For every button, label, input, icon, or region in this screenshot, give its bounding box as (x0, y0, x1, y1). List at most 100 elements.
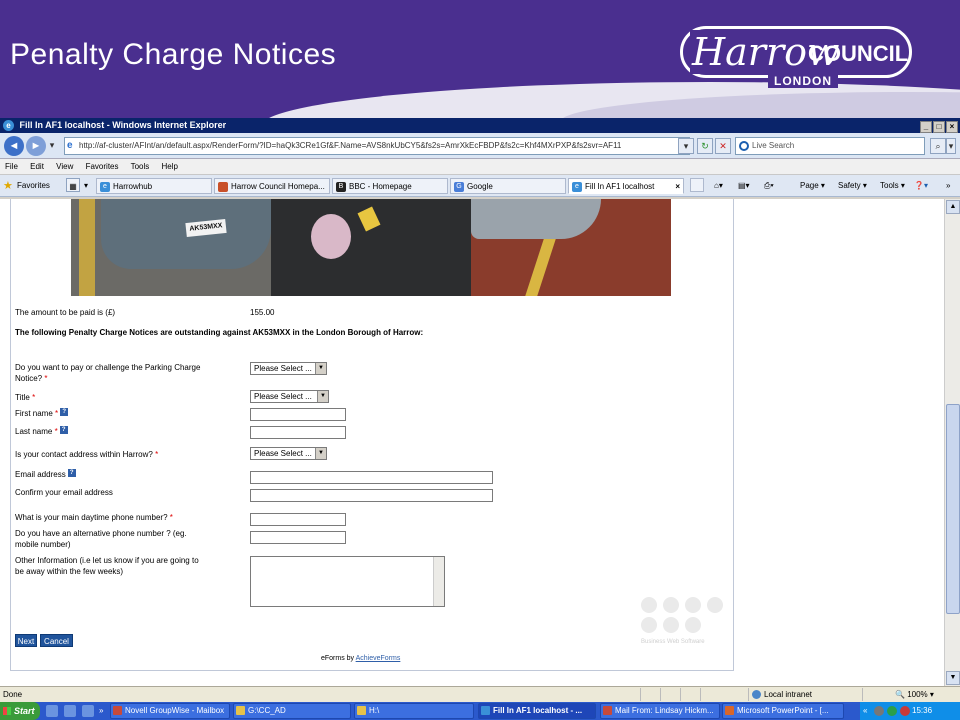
quick-tabs-icon[interactable]: ▦ (66, 178, 80, 192)
search-options-dropdown[interactable]: ▾ (946, 138, 956, 154)
help-icon[interactable]: ❓▾ (914, 178, 928, 194)
search-input[interactable]: Live Search (735, 137, 925, 155)
textarea-scrollbar[interactable] (433, 557, 444, 606)
cancel-button[interactable]: Cancel (40, 634, 73, 647)
status-text: Done (3, 690, 23, 699)
chevron-down-icon: ▼ (315, 448, 326, 459)
new-tab-button[interactable] (690, 178, 704, 192)
folder-icon (236, 706, 245, 715)
toolbar-overflow-icon[interactable]: » (946, 178, 950, 194)
address-input[interactable]: e http://af-cluster/AFInt/an/default.asp… (64, 137, 690, 155)
tab-google[interactable]: G Google (450, 178, 566, 194)
safety-menu[interactable]: Safety ▾ (838, 178, 867, 194)
feeds-icon[interactable]: ▤▾ (738, 178, 750, 194)
tray-icon[interactable] (874, 706, 884, 716)
favorites-button[interactable]: ★ Favorites (3, 178, 50, 194)
menu-tools[interactable]: Tools (131, 162, 150, 171)
address-dropdown[interactable]: ▾ (678, 138, 694, 154)
menu-file[interactable]: File (5, 162, 18, 171)
scroll-down-icon[interactable]: ▼ (946, 671, 960, 685)
contact-address-select[interactable]: Please Select ... ▼ (250, 447, 327, 460)
tab-fill-in-af1[interactable]: e Fill In AF1 localhost × (568, 178, 684, 194)
slide-title: Penalty Charge Notices (10, 38, 337, 71)
taskbar-fill-in-af1[interactable]: Fill In AF1 localhost - ... (478, 703, 596, 719)
menu-favorites[interactable]: Favorites (86, 162, 119, 171)
start-button[interactable]: Start (0, 702, 40, 720)
maximize-button[interactable]: □ (933, 121, 945, 133)
scroll-up-icon[interactable]: ▲ (946, 200, 960, 214)
tab-close-icon[interactable]: × (675, 179, 680, 193)
tab-label: BBC - Homepage (349, 182, 412, 191)
page-scrollbar[interactable]: ▲ ▼ (944, 199, 960, 686)
alt-phone-input[interactable] (250, 531, 346, 544)
menu-help[interactable]: Help (162, 162, 178, 171)
email-label-text: Email address (15, 470, 66, 479)
footer-prefix: eForms by (321, 655, 355, 662)
watermark-dot (685, 597, 701, 613)
daytime-phone-input[interactable] (250, 513, 346, 526)
browser-window: e Fill In AF1 localhost - Windows Intern… (0, 118, 960, 720)
taskbar-mail[interactable]: Mail From: Lindsay Hickm... (600, 703, 720, 719)
scroll-thumb[interactable] (946, 404, 960, 614)
close-button[interactable]: × (946, 121, 958, 133)
help-icon[interactable]: ? (67, 469, 76, 477)
windows-taskbar: Start » Novell GroupWise - Mailbox G:\CC… (0, 702, 960, 720)
title-select[interactable]: Please Select ... ▼ (250, 390, 329, 403)
zone-text: Local intranet (764, 690, 813, 699)
taskbar-powerpoint[interactable]: Microsoft PowerPoint - [... (722, 703, 844, 719)
minimize-button[interactable]: _ (920, 121, 932, 133)
taskbar-g-drive[interactable]: G:\CC_AD (233, 703, 351, 719)
taskbar-groupwise[interactable]: Novell GroupWise - Mailbox (110, 703, 230, 719)
tray-expand-icon[interactable]: « (863, 703, 867, 719)
zoom-text: 100% (907, 690, 928, 699)
help-icon[interactable]: ? (60, 408, 69, 416)
other-info-textarea[interactable] (250, 556, 445, 607)
quicklaunch-icon[interactable] (82, 705, 94, 717)
next-button[interactable]: Next (15, 634, 37, 647)
forward-button[interactable]: ► (26, 136, 46, 156)
start-label: Start (14, 706, 35, 716)
refresh-icon[interactable]: ↻ (697, 138, 713, 154)
search-icon[interactable]: ⌕ (930, 138, 946, 154)
menu-view[interactable]: View (56, 162, 73, 171)
tab-harrowhub[interactable]: e Harrowhub (96, 178, 212, 194)
tab-harrow-council[interactable]: Harrow Council Homepa... (214, 178, 330, 194)
tray-icon[interactable] (887, 706, 897, 716)
email-input[interactable] (250, 471, 493, 484)
tools-menu-label: Tools (880, 181, 899, 190)
alt-phone-label-line1: Do you have an alternative phone number … (15, 529, 187, 538)
back-button[interactable]: ◄ (4, 136, 24, 156)
status-divider (700, 688, 701, 701)
taskbar-h-drive[interactable]: H:\ (354, 703, 474, 719)
print-icon[interactable]: ⎙▾ (764, 178, 774, 194)
tools-menu[interactable]: Tools ▾ (880, 178, 905, 194)
help-icon[interactable]: ? (59, 426, 68, 434)
select-value: Please Select ... (254, 392, 312, 401)
recent-pages-dropdown[interactable]: ▾ (46, 138, 58, 154)
confirm-email-input[interactable] (250, 489, 493, 502)
quicklaunch-icon[interactable] (64, 705, 76, 717)
tray-icon[interactable] (900, 706, 910, 716)
status-divider (680, 688, 681, 701)
page-menu[interactable]: Page ▾ (800, 178, 825, 194)
quicklaunch-overflow-icon[interactable]: » (99, 703, 103, 719)
pay-challenge-select[interactable]: Please Select ... ▼ (250, 362, 327, 375)
home-icon[interactable]: ⌂▾ (714, 178, 723, 194)
stop-icon[interactable]: ✕ (715, 138, 731, 154)
groupwise-icon (113, 706, 122, 715)
confirm-email-label: Confirm your email address (15, 488, 113, 497)
quicklaunch-icon[interactable] (46, 705, 58, 717)
first-name-input[interactable] (250, 408, 346, 421)
tab-list-dropdown[interactable]: ▾ (84, 178, 88, 194)
tab-label: Harrowhub (113, 182, 153, 191)
zoom-level[interactable]: 🔍 100% ▾ (895, 687, 934, 702)
menu-edit[interactable]: Edit (30, 162, 44, 171)
favorites-tab-bar: ★ Favorites ▦ ▾ e Harrowhub Harrow Counc… (0, 175, 960, 197)
watermark-dot (685, 617, 701, 633)
achieveforms-link[interactable]: AchieveForms (356, 655, 401, 662)
tab-bbc[interactable]: B BBC - Homepage (332, 178, 448, 194)
taskbar-label: G:\CC_AD (248, 706, 286, 715)
required-mark: * (55, 409, 59, 418)
last-name-input[interactable] (250, 426, 346, 439)
required-mark: * (155, 450, 159, 459)
